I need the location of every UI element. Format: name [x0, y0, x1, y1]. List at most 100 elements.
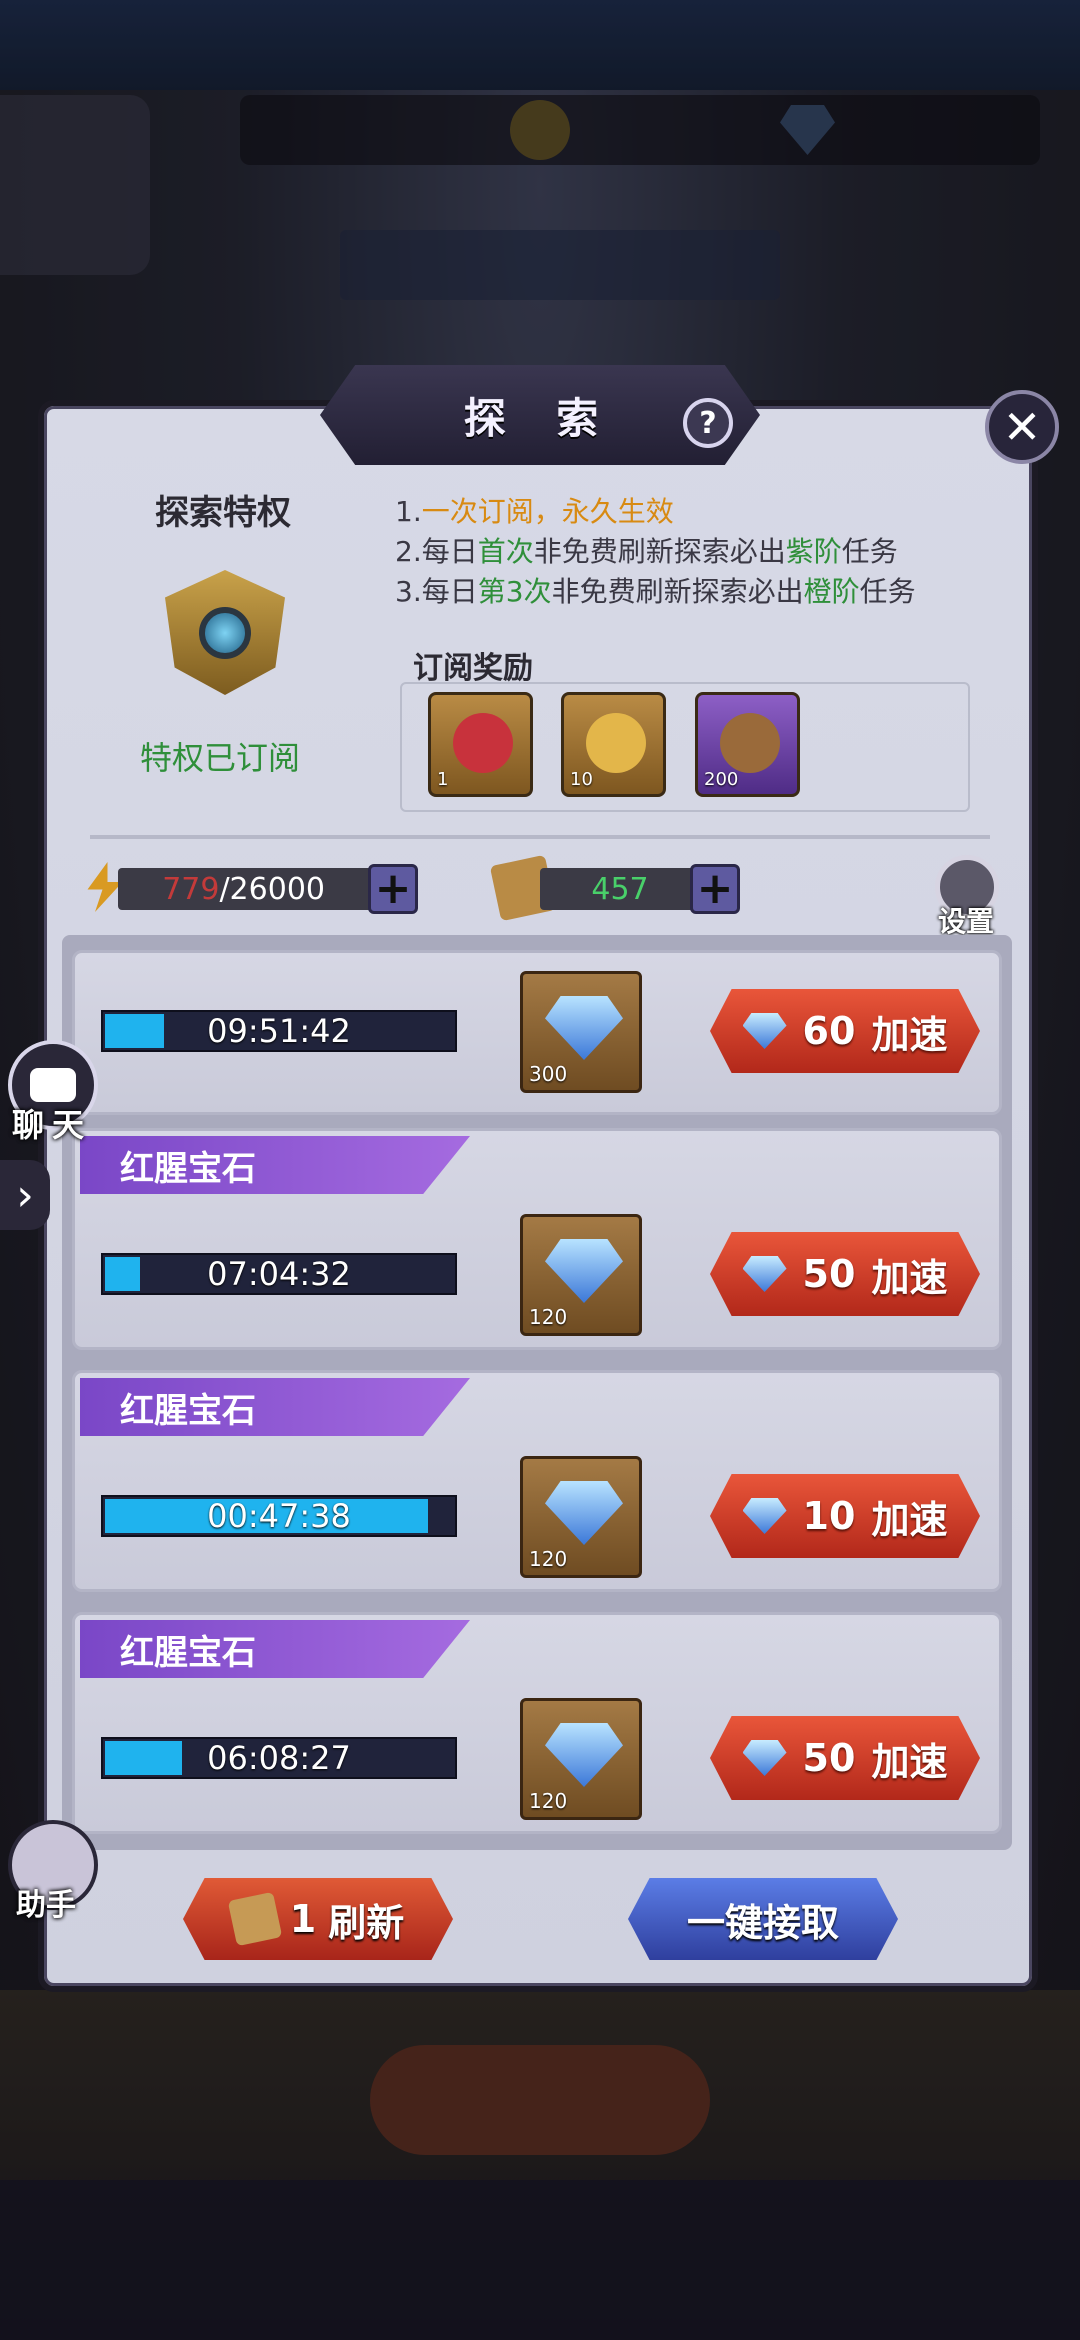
task-timer: 09:51:42 [207, 1012, 351, 1050]
reward-item[interactable]: 1 [428, 692, 533, 797]
rule-line: 2.每日首次非免费刷新探索必出紫阶任务 [395, 532, 916, 572]
add-scroll-button[interactable]: + [690, 864, 740, 914]
add-energy-button[interactable]: + [368, 864, 418, 914]
task-name: 红腥宝石 [80, 1620, 470, 1678]
privilege-rules: 1.一次订阅，永久生效 2.每日首次非免费刷新探索必出紫阶任务 3.每日第3次非免费… [395, 492, 916, 612]
subscription-reward-label: 订阅奖励 [413, 651, 533, 686]
diamond-icon [545, 1239, 623, 1303]
scroll-icon [227, 1891, 283, 1947]
refresh-label: 刷新 [328, 1900, 405, 1945]
settings-label[interactable]: 设置 [938, 900, 994, 940]
privilege-status: 特权已订阅 [140, 739, 301, 777]
diamond-icon [742, 1498, 787, 1534]
chat-bubble-icon [30, 1068, 76, 1102]
speed-up-button[interactable]: 50 加速 [710, 1716, 980, 1800]
rule-text: 非免费刷新探索必出 [551, 575, 804, 608]
scroll-bar: 457 [540, 868, 700, 910]
reward-item[interactable]: 200 [695, 692, 800, 797]
panel-title: 探 索 [463, 393, 617, 443]
task-name: 红腥宝石 [80, 1378, 470, 1436]
speed-up-label: 加速 [871, 1012, 948, 1057]
rule-text: 紫阶 [785, 535, 842, 568]
speed-up-label: 加速 [871, 1497, 948, 1542]
rule-text: 任务 [859, 575, 916, 608]
task-timer: 06:08:27 [207, 1739, 351, 1777]
expand-arrow-button[interactable]: › [0, 1160, 50, 1230]
close-icon: ✕ [1002, 400, 1042, 454]
task-timer: 07:04:32 [207, 1255, 351, 1293]
chevron-right-icon: › [16, 1169, 34, 1221]
speed-up-cost: 50 [802, 1252, 856, 1296]
claim-all-label: 一键接取 [686, 1900, 839, 1945]
speed-up-button[interactable]: 10 加速 [710, 1474, 980, 1558]
task-reward-count: 120 [529, 1305, 568, 1329]
task-reward-item[interactable]: 120 [520, 1214, 642, 1336]
task-timer: 00:47:38 [207, 1497, 351, 1535]
reward-count: 200 [704, 769, 739, 790]
diamond-icon [545, 1481, 623, 1545]
help-button[interactable]: ? [683, 398, 733, 448]
diamond-icon [742, 1013, 787, 1049]
task-card[interactable]: 红腥宝石 07:04:32 120 50 加速 [72, 1128, 1002, 1350]
plus-icon: + [374, 863, 412, 914]
rule-text: 非免费刷新探索必出 [533, 535, 786, 568]
diamond-icon [742, 1740, 787, 1776]
speed-up-button[interactable]: 50 加速 [710, 1232, 980, 1316]
rule-number: 3. [395, 575, 422, 608]
reward-count: 10 [570, 769, 593, 790]
privilege-title: 探索特权 [155, 493, 291, 533]
task-reward-item[interactable]: 120 [520, 1456, 642, 1578]
heart-gem-icon [453, 713, 513, 773]
scroll-count: 457 [591, 871, 649, 907]
speed-up-button[interactable]: 60 加速 [710, 989, 980, 1073]
task-progress-bar: 00:47:38 [101, 1495, 457, 1537]
rule-text: 一次订阅，永久生效 [421, 495, 674, 528]
energy-max: /26000 [219, 871, 325, 907]
refresh-button[interactable]: 1 刷新 [183, 1878, 453, 1960]
rule-text: 第3次 [477, 575, 552, 608]
task-card[interactable]: 红腥宝石 00:47:38 120 10 加速 [72, 1370, 1002, 1592]
diamond-icon [742, 1256, 787, 1292]
rule-text: 每日 [421, 575, 478, 608]
rule-number: 1. [395, 495, 422, 528]
energy-current: 779 [162, 871, 220, 907]
reward-count: 1 [437, 769, 449, 790]
rule-line: 3.每日第3次非免费刷新探索必出橙阶任务 [395, 572, 916, 612]
rule-number: 2. [395, 535, 422, 568]
reward-item[interactable]: 10 [561, 692, 666, 797]
energy-bar: 779/26000 [118, 868, 373, 910]
question-icon: ? [699, 405, 717, 441]
diamond-icon [545, 1723, 623, 1787]
plus-icon: + [696, 863, 734, 914]
chat-label[interactable]: 聊天 [12, 1100, 92, 1146]
task-reward-item[interactable]: 120 [520, 1698, 642, 1820]
refresh-count: 1 [289, 1897, 317, 1941]
rule-text: 每日 [421, 535, 478, 568]
task-progress-bar: 09:51:42 [101, 1010, 457, 1052]
task-reward-count: 120 [529, 1547, 568, 1571]
rule-text: 任务 [841, 535, 898, 568]
task-card[interactable]: 红腥宝石 06:08:27 120 50 加速 [72, 1612, 1002, 1834]
task-progress-bar: 06:08:27 [101, 1737, 457, 1779]
task-reward-count: 300 [529, 1062, 568, 1086]
speed-up-cost: 50 [802, 1736, 856, 1780]
speed-up-label: 加速 [871, 1739, 948, 1784]
section-divider [90, 835, 990, 839]
ore-icon [720, 713, 780, 773]
helper-label[interactable]: 助手 [16, 1880, 76, 1924]
speed-up-cost: 10 [802, 1494, 856, 1538]
scroll-icon [586, 713, 646, 773]
task-reward-count: 120 [529, 1789, 568, 1813]
close-button[interactable]: ✕ [985, 390, 1059, 464]
task-name: 红腥宝石 [80, 1136, 470, 1194]
task-reward-item[interactable]: 300 [520, 971, 642, 1093]
diamond-icon [545, 996, 623, 1060]
rule-text: 橙阶 [803, 575, 860, 608]
rule-text: 首次 [477, 535, 534, 568]
speed-up-label: 加速 [871, 1255, 948, 1300]
rule-line: 1.一次订阅，永久生效 [395, 492, 916, 532]
claim-all-button[interactable]: 一键接取 [628, 1878, 898, 1960]
task-card[interactable]: 09:51:42 300 60 加速 [72, 950, 1002, 1115]
task-progress-bar: 07:04:32 [101, 1253, 457, 1295]
speed-up-cost: 60 [802, 1009, 856, 1053]
